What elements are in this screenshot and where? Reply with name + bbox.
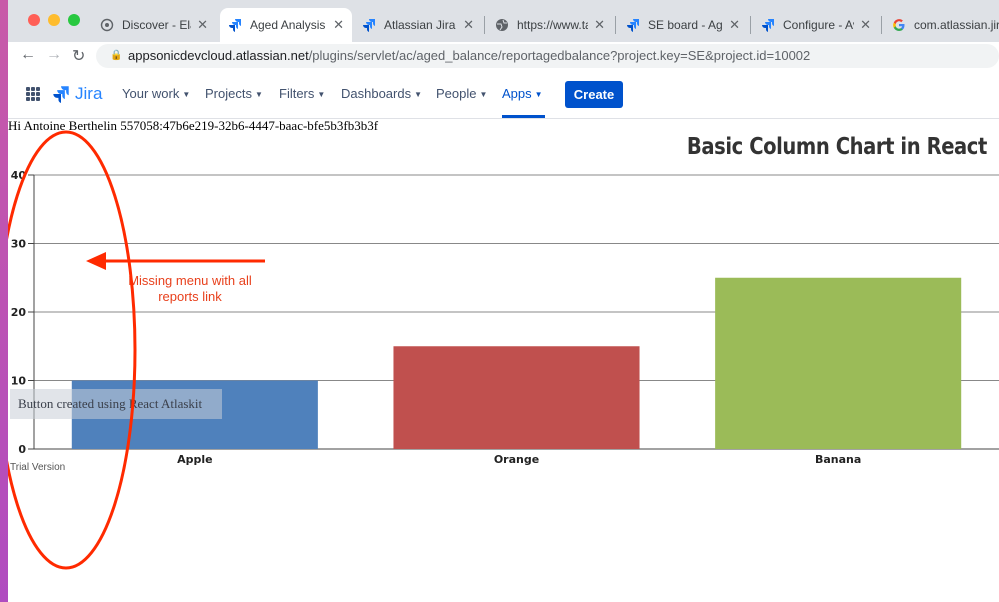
chart-title: Basic Column Chart in React bbox=[687, 134, 987, 160]
url-host: appsonicdevcloud.atlassian.net bbox=[128, 48, 309, 63]
tab-label: https://www.tab bbox=[517, 18, 588, 32]
globe-icon bbox=[495, 18, 509, 32]
x-tick-label: Banana bbox=[815, 453, 861, 466]
nav-label: Projects bbox=[205, 86, 252, 101]
jira-header: Jira Your work ▼ Projects ▼ Filters ▼ Dashb… bbox=[8, 72, 999, 119]
chevron-down-icon: ▼ bbox=[317, 90, 326, 100]
close-window-button[interactable] bbox=[28, 14, 40, 26]
y-tick-label: 30 bbox=[11, 238, 27, 251]
bar-orange bbox=[393, 346, 640, 449]
y-tick-label: 10 bbox=[11, 375, 27, 388]
nav-apps[interactable]: Apps ▼ bbox=[502, 86, 543, 101]
nav-label: Apps bbox=[502, 86, 532, 101]
forward-icon[interactable]: → bbox=[46, 46, 62, 64]
close-tab-icon[interactable]: ✕ bbox=[333, 17, 344, 33]
tab-discover-elastic[interactable]: Discover - Elast ✕ bbox=[92, 8, 216, 42]
chevron-down-icon: ▼ bbox=[182, 90, 191, 100]
nav-label: Filters bbox=[279, 86, 315, 101]
bar-banana bbox=[715, 277, 962, 449]
y-tick-label: 20 bbox=[11, 306, 27, 319]
jira-icon bbox=[761, 18, 775, 32]
google-icon bbox=[892, 18, 906, 32]
close-tab-icon[interactable]: ✕ bbox=[860, 17, 871, 33]
nav-dashboards[interactable]: Dashboards ▼ bbox=[341, 86, 422, 101]
tab-label: Atlassian Jira an bbox=[384, 18, 457, 32]
tab-tab-url[interactable]: https://www.tab ✕ bbox=[487, 8, 613, 42]
maximize-window-button[interactable] bbox=[68, 14, 80, 26]
minimize-window-button[interactable] bbox=[48, 14, 60, 26]
nav-label: Your work bbox=[122, 86, 180, 101]
address-bar: ← → ↻ 🔒 appsonicdevcloud.atlassian.net/p… bbox=[8, 42, 999, 70]
active-nav-indicator bbox=[502, 115, 545, 118]
greeting-text: Hi Antoine Berthelin 557058:47b6e219-32b… bbox=[8, 118, 379, 133]
nav-your-work[interactable]: Your work ▼ bbox=[122, 86, 190, 101]
close-tab-icon[interactable]: ✕ bbox=[594, 17, 605, 33]
jira-logo[interactable]: Jira bbox=[52, 84, 102, 104]
column-chart: 0 10 20 30 40 Apple Orange Banana bbox=[11, 169, 999, 466]
x-tick-label: Apple bbox=[177, 453, 213, 466]
tab-label: com.atlassian.jir bbox=[914, 18, 999, 32]
jira-logo-text: Jira bbox=[75, 84, 103, 103]
tab-com-atlassian[interactable]: com.atlassian.jir bbox=[884, 8, 999, 42]
app-switcher-icon[interactable] bbox=[26, 87, 40, 101]
nav-label: People bbox=[436, 86, 477, 101]
back-icon[interactable]: ← bbox=[20, 46, 36, 64]
url-path: /plugins/servlet/ac/aged_balance/reporta… bbox=[308, 48, 811, 63]
tab-label: SE board - Agile bbox=[648, 18, 723, 32]
jira-icon bbox=[362, 18, 376, 32]
nav-label: Dashboards bbox=[341, 86, 412, 101]
tab-aged-analysis[interactable]: Aged Analysis R ✕ bbox=[220, 8, 352, 42]
close-tab-icon[interactable]: ✕ bbox=[729, 17, 740, 33]
chevron-down-icon: ▼ bbox=[414, 90, 423, 100]
tab-label: Discover - Elast bbox=[122, 18, 191, 32]
close-tab-icon[interactable]: ✕ bbox=[463, 17, 474, 33]
y-tick-label: 40 bbox=[11, 169, 27, 182]
nav-people[interactable]: People ▼ bbox=[436, 86, 487, 101]
reload-icon[interactable]: ↻ bbox=[72, 46, 85, 66]
jira-icon bbox=[626, 18, 640, 32]
tab-label: Configure - Ave bbox=[783, 18, 854, 32]
annotation-text: Missing menu with all reports link bbox=[128, 273, 252, 304]
chevron-down-icon: ▼ bbox=[479, 90, 488, 100]
x-tick-label: Orange bbox=[494, 453, 539, 466]
trial-version-label: Trial Version bbox=[10, 462, 66, 473]
tab-configure[interactable]: Configure - Ave ✕ bbox=[753, 8, 879, 42]
tab-se-board[interactable]: SE board - Agile ✕ bbox=[618, 8, 748, 42]
url-input[interactable]: 🔒 appsonicdevcloud.atlassian.net/plugins… bbox=[96, 44, 999, 68]
tab-strip: Discover - Elast ✕ Aged Analysis R ✕ Atl… bbox=[8, 0, 999, 42]
close-tab-icon[interactable]: ✕ bbox=[197, 17, 208, 33]
atlaskit-button[interactable]: Button created using React Atlaskit bbox=[10, 389, 222, 419]
tab-label: Aged Analysis R bbox=[250, 18, 327, 32]
create-button[interactable]: Create bbox=[565, 81, 623, 108]
chevron-down-icon: ▼ bbox=[534, 90, 543, 100]
tab-atlassian-jira[interactable]: Atlassian Jira an ✕ bbox=[354, 8, 482, 42]
jira-icon bbox=[228, 18, 242, 32]
jira-icon bbox=[53, 86, 69, 103]
lock-icon: 🔒 bbox=[110, 50, 123, 61]
nav-filters[interactable]: Filters ▼ bbox=[279, 86, 325, 101]
browser-window: Discover - Elast ✕ Aged Analysis R ✕ Atl… bbox=[8, 0, 999, 602]
y-tick-label: 0 bbox=[18, 443, 26, 456]
chevron-down-icon: ▼ bbox=[254, 90, 263, 100]
nav-projects[interactable]: Projects ▼ bbox=[205, 86, 263, 101]
elastic-icon bbox=[100, 18, 114, 32]
